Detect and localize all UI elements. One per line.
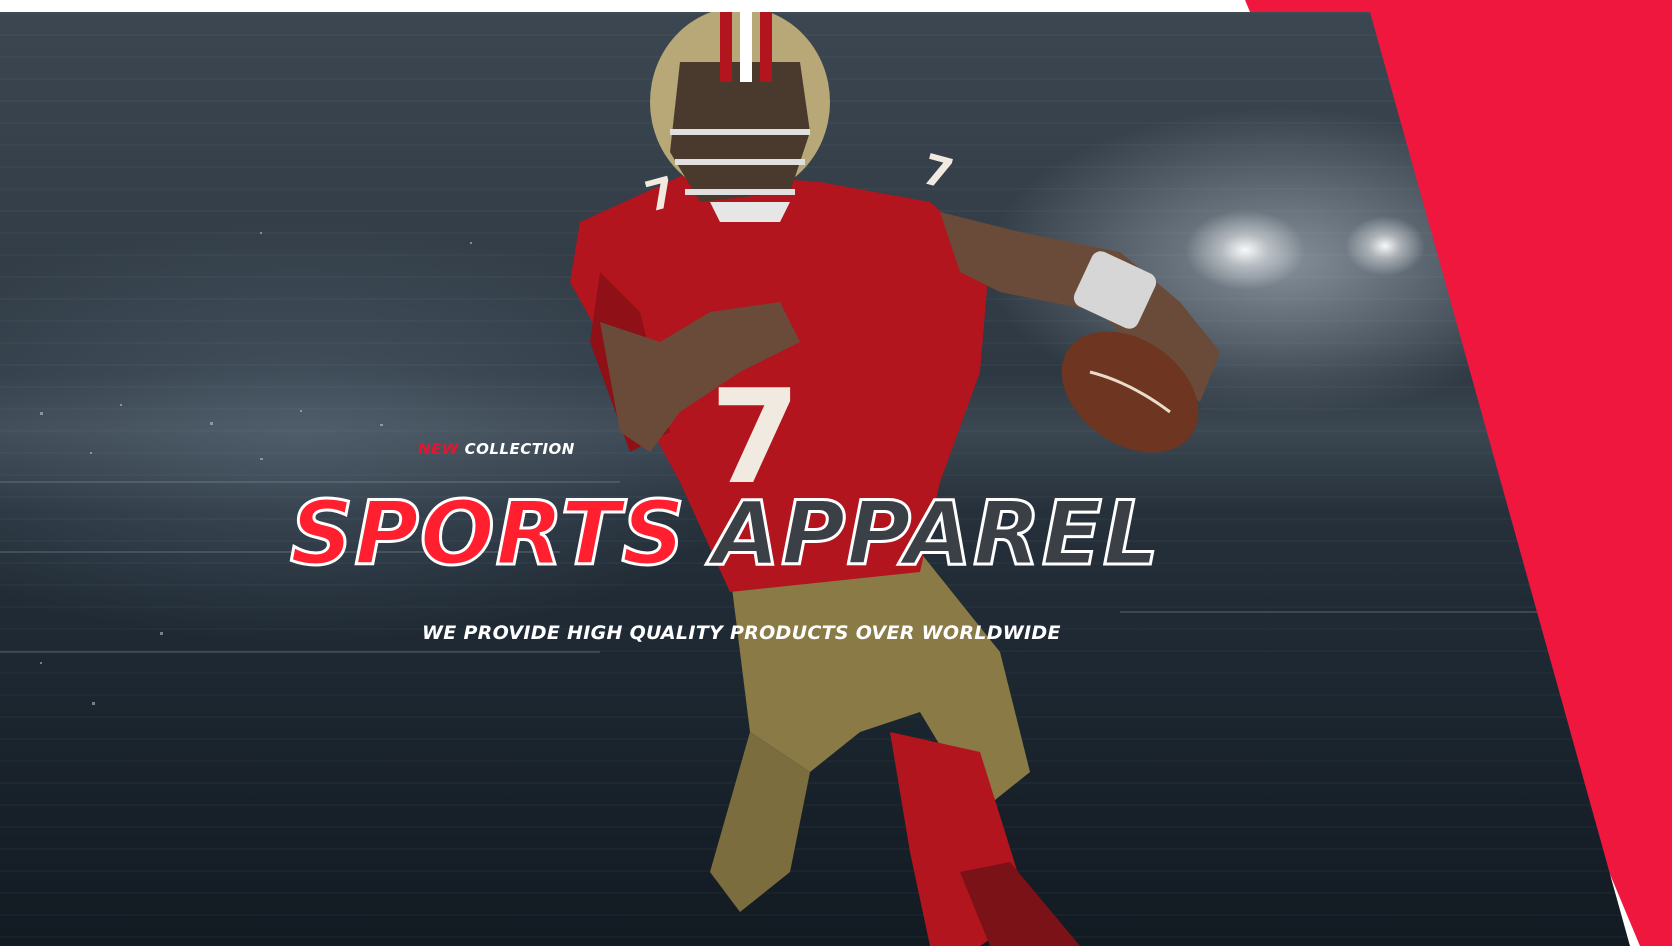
kicker-highlight: NEW bbox=[418, 440, 459, 458]
hero-page: 7 7 7 NEW COLLECTION SPORTS APPAREL WE P… bbox=[0, 0, 1672, 946]
svg-text:7: 7 bbox=[917, 144, 958, 199]
collection-kicker: NEW COLLECTION bbox=[418, 440, 575, 458]
headline-word-sports: SPORTS bbox=[289, 482, 687, 585]
hero-tagline: WE PROVIDE HIGH QUALITY PRODUCTS OVER WO… bbox=[422, 622, 1061, 644]
kicker-rest: COLLECTION bbox=[464, 440, 575, 458]
headline-word-apparel: APPAREL bbox=[710, 482, 1160, 585]
football-player-image: 7 7 7 bbox=[570, 12, 1220, 946]
hero-headline: SPORTS APPAREL bbox=[289, 488, 1161, 579]
